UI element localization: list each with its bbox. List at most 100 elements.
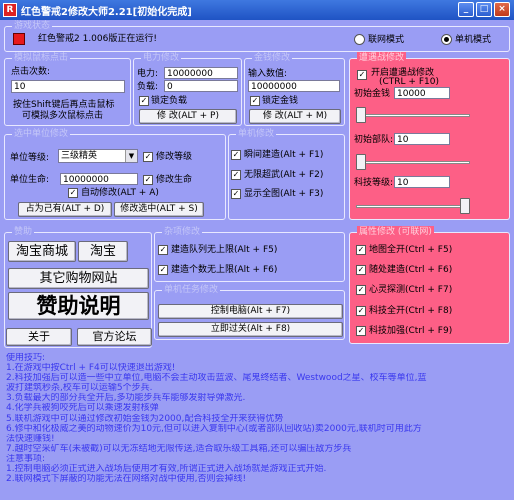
unit-level-select[interactable]: 三级精英 ▼ <box>58 149 138 163</box>
tip-line: 使用技巧: <box>6 353 46 363</box>
group-label: 游戏状态 <box>12 20 53 32</box>
taobao-button[interactable]: 淘宝 <box>78 241 128 262</box>
status-text: 红色警戒2 1.006版正在运行! <box>38 34 157 44</box>
other-sites-button[interactable]: 其它购物网站 <box>8 268 149 289</box>
modify-level-checkbox[interactable]: ✓ <box>143 152 153 162</box>
maximize-button[interactable]: □ <box>476 2 492 17</box>
tech-boost-checkbox[interactable]: ✓ <box>356 326 366 336</box>
tip-line: 注意事项: <box>6 453 46 464</box>
group-label: 遭遇战修改 <box>357 52 407 64</box>
slider-thumb[interactable] <box>460 198 470 214</box>
tech-level-input[interactable]: 10 <box>394 176 450 188</box>
tip-line: 波打建筑秒杀,校车可以运输5个步兵. <box>6 383 153 394</box>
minimize-button[interactable]: _ <box>458 2 474 17</box>
tip-line: 1.控制电脑必须正式进入战场后使用才有效,所谓正式进入战场就是游戏正式开始. <box>6 464 327 475</box>
init-units-slider[interactable] <box>356 154 470 170</box>
power-input[interactable]: 10000000 <box>164 67 238 79</box>
slider-thumb[interactable] <box>356 107 366 123</box>
take-ownership-button[interactable]: 占为己有(ALT + D) <box>18 202 112 217</box>
modify-selected-button[interactable]: 修改选中(ALT + S) <box>114 202 204 217</box>
count-unlimited-checkbox[interactable]: ✓ <box>158 265 168 275</box>
group-label: 单机任务修改 <box>162 284 221 296</box>
tech-level-slider[interactable] <box>356 198 470 214</box>
group-label: 选中单位修改 <box>12 128 71 140</box>
queue-unlimited-checkbox[interactable]: ✓ <box>158 245 168 255</box>
attribute-group: 属性修改 (可联网) ✓ 地图全开(Ctrl + F5) ✓ 随处建造(Ctrl… <box>349 226 510 344</box>
close-button[interactable]: × <box>494 2 510 17</box>
sponsor-group: 赞助 淘宝商城 淘宝 其它购物网站 赞助说明 关于 官方论坛 <box>4 226 152 348</box>
group-label: 电力修改 <box>141 52 182 64</box>
unit-life-input[interactable]: 10000000 <box>60 173 138 185</box>
money-modify-button[interactable]: 修 改(ALT + M) <box>249 109 341 124</box>
build-anywhere-checkbox[interactable]: ✓ <box>356 265 366 275</box>
tech-open-checkbox[interactable]: ✓ <box>356 306 366 316</box>
reveal-map-checkbox[interactable]: ✓ <box>231 189 241 199</box>
unit-level-value: 三级精英 <box>61 151 98 161</box>
power-label: 电力: <box>137 69 159 79</box>
instant-build-label: 瞬间建造(Alt + F1) <box>244 150 324 160</box>
forum-button[interactable]: 官方论坛 <box>77 328 152 346</box>
lock-load-checkbox[interactable]: ✓ <box>139 96 149 106</box>
psychic-detect-checkbox[interactable]: ✓ <box>356 285 366 295</box>
tip-line: 6.修中和化极威之美的动物速价为10元,但可以进入复制中心(或者部队回收站)卖2… <box>6 423 422 434</box>
group-label: 杂项修改 <box>162 226 203 238</box>
tip-line: 3.负载最大的部分兵全开后,多功能步兵车能够发射导弹激光. <box>6 393 246 404</box>
map-open-label: 地图全开(Ctrl + F5) <box>369 245 453 255</box>
clicks-input[interactable]: 10 <box>11 80 125 93</box>
skirmish-group: 遭遇战修改 ✓ 开启遭遇战修改 (CTRL + F10) 初始金钱 10000 … <box>349 52 510 220</box>
chevron-down-icon[interactable]: ▼ <box>125 150 137 162</box>
load-input[interactable]: 0 <box>164 80 238 92</box>
power-modify-button[interactable]: 修 改(ALT + P) <box>139 109 237 124</box>
init-money-input[interactable]: 10000 <box>394 87 450 99</box>
lock-money-checkbox[interactable]: ✓ <box>250 96 260 106</box>
modify-level-label: 修改等级 <box>156 152 193 162</box>
modify-life-checkbox[interactable]: ✓ <box>143 175 153 185</box>
money-input-label: 输入数值: <box>248 69 288 79</box>
slider-thumb[interactable] <box>356 154 366 170</box>
tip-line: 2.科技加强后可以造一些中立单位,电脑不会主动攻击蓝波、尾鬼终结者、Westwo… <box>6 373 427 384</box>
slider-track <box>356 161 470 164</box>
sponsor-info-button[interactable]: 赞助说明 <box>8 292 149 320</box>
money-group: 金钱修改 输入数值: 10000000 ✓ 锁定金钱 修 改(ALT + M) <box>244 52 345 126</box>
clicks-label: 点击次数: <box>11 67 51 77</box>
auto-modify-label: 自动修改(ALT + A) <box>81 188 159 198</box>
tip-line: 5.联机游戏中可以通过修改初始金钱为2000,配合科技全开来获得优势 <box>6 413 284 424</box>
map-open-checkbox[interactable]: ✓ <box>356 245 366 255</box>
mouse-click-group: 模拟鼠标点击 点击次数: 10 按住Shift键后再点击鼠标 可模拟多次鼠标点击 <box>4 52 131 126</box>
unit-level-label: 单位等级: <box>10 153 50 163</box>
init-units-label: 初始部队: <box>354 135 394 145</box>
single-player-group: 单机修改 ✓ 瞬间建造(Alt + F1) ✓ 无限超武(Alt + F2) ✓… <box>228 128 345 220</box>
about-button[interactable]: 关于 <box>6 328 72 346</box>
misc-group: 杂项修改 ✓ 建造队列无上限(Alt + F5) ✓ 建造个数无上限(Alt +… <box>154 226 345 282</box>
group-label: 单机修改 <box>236 128 277 140</box>
reveal-map-label: 显示全图(Alt + F3) <box>244 189 324 199</box>
taobao-mall-button[interactable]: 淘宝商城 <box>8 241 76 262</box>
init-money-slider[interactable] <box>356 107 470 123</box>
hint-line-2: 可模拟多次鼠标点击 <box>22 111 104 121</box>
network-mode-radio[interactable] <box>354 34 365 45</box>
tech-open-label: 科技全开(Ctrl + F8) <box>369 306 453 316</box>
slider-track <box>356 114 470 117</box>
instant-win-button[interactable]: 立即过关(Alt + F8) <box>158 322 343 337</box>
auto-modify-checkbox[interactable]: ✓ <box>68 188 78 198</box>
single-mode-radio[interactable] <box>441 34 452 45</box>
status-indicator <box>13 33 25 45</box>
radio-selected-dot <box>444 37 449 42</box>
unlimited-superweapon-checkbox[interactable]: ✓ <box>231 170 241 180</box>
game-status-group: 游戏状态 红色警戒2 1.006版正在运行! 联网模式 单机模式 <box>4 20 510 52</box>
skirmish-enable-checkbox[interactable]: ✓ <box>357 70 367 80</box>
control-computer-button[interactable]: 控制电脑(Alt + F7) <box>158 304 343 319</box>
count-unlimited-label: 建造个数无上限(Alt + F6) <box>171 265 278 275</box>
init-units-input[interactable]: 10 <box>394 133 450 145</box>
load-label: 负载: <box>137 82 159 92</box>
tip-line: 2.联网模式下屏蔽的功能无法在网络对战中使用,否则会掉线! <box>6 474 247 485</box>
group-label: 模拟鼠标点击 <box>12 52 71 64</box>
money-input[interactable]: 10000000 <box>248 80 340 92</box>
instant-build-checkbox[interactable]: ✓ <box>231 150 241 160</box>
app-icon: R <box>3 3 17 17</box>
network-mode-label: 联网模式 <box>368 35 405 45</box>
tip-line: 4.化学兵被狗咬死后可以乘速发射核弹 <box>6 403 159 414</box>
psychic-detect-label: 心灵探测(Ctrl + F7) <box>369 285 453 295</box>
title-bar[interactable]: R 红色警戒2修改大师2.21[初始化完成] _ □ × <box>0 0 514 20</box>
lock-load-label: 锁定负载 <box>151 96 188 106</box>
